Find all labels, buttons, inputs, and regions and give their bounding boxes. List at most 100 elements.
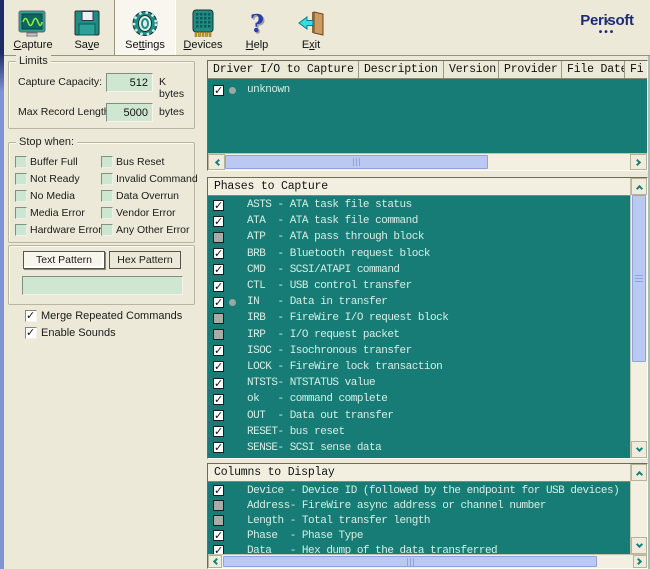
- stop-when-option[interactable]: Hardware Error: [15, 221, 102, 238]
- stop-when-option[interactable]: Media Error: [15, 204, 101, 221]
- enable-sounds-checkbox[interactable]: [25, 326, 37, 339]
- column-row[interactable]: Data - Hex dump of the data transferred: [208, 543, 630, 554]
- checkbox[interactable]: [213, 515, 224, 526]
- checkbox[interactable]: [213, 312, 224, 324]
- max-record-length-input[interactable]: [106, 103, 153, 122]
- checkbox[interactable]: [213, 280, 224, 293]
- checkbox[interactable]: [101, 172, 113, 185]
- stop-when-option[interactable]: Any Other Error: [101, 221, 198, 238]
- stop-when-option[interactable]: Data Overrun: [101, 187, 198, 204]
- driver-column-header[interactable]: Driver I/O to Capture: [208, 61, 359, 78]
- stop-when-option[interactable]: Buffer Full: [15, 153, 101, 170]
- toolbar-button-settings[interactable]: Settings: [114, 0, 176, 55]
- checkbox[interactable]: [213, 425, 224, 438]
- checkbox[interactable]: [15, 155, 27, 168]
- checkbox[interactable]: [15, 172, 27, 185]
- stop-when-option[interactable]: No Media: [15, 187, 101, 204]
- checkbox[interactable]: [213, 344, 224, 357]
- merge-repeated-commands-option[interactable]: Merge Repeated Commands: [25, 309, 182, 322]
- phase-row[interactable]: RESET- bus reset: [208, 424, 630, 440]
- columns-vertical-scrollbar[interactable]: [630, 464, 647, 554]
- enable-sounds-option[interactable]: Enable Sounds: [25, 326, 116, 339]
- column-row[interactable]: Length - Total transfer length: [208, 513, 630, 528]
- phase-row[interactable]: CMD - SCSI/ATAPI command: [208, 262, 630, 278]
- phase-row[interactable]: ATA - ATA task file command: [208, 213, 630, 229]
- scroll-right-button[interactable]: [630, 154, 647, 170]
- scroll-left-button[interactable]: [208, 555, 222, 568]
- checkbox[interactable]: [213, 215, 224, 228]
- phase-row[interactable]: NTSTS- NTSTATUS value: [208, 375, 630, 391]
- phase-row[interactable]: ATP - ATA pass through block: [208, 229, 630, 245]
- stop-when-option[interactable]: Invalid Command: [101, 170, 198, 187]
- tab-hex-pattern[interactable]: Hex Pattern: [109, 251, 181, 269]
- merge-repeated-commands-checkbox[interactable]: [25, 309, 37, 322]
- scrollbar-thumb[interactable]: [225, 155, 489, 169]
- phase-row[interactable]: LOCK - FireWire lock transaction: [208, 359, 630, 375]
- phase-row[interactable]: BRB - Bluetooth request block: [208, 246, 630, 262]
- column-row[interactable]: Device - Device ID (followed by the endp…: [208, 483, 630, 498]
- phase-row[interactable]: ASTS - ATA task file status: [208, 197, 630, 213]
- checkbox[interactable]: [15, 189, 27, 202]
- scroll-up-button[interactable]: [631, 178, 647, 195]
- phase-row[interactable]: ISOC - Isochronous transfer: [208, 343, 630, 359]
- checkbox[interactable]: [213, 329, 224, 341]
- checkbox[interactable]: [213, 360, 224, 373]
- toolbar-button-devices[interactable]: Devices: [176, 0, 230, 55]
- driver-column-header[interactable]: Provider: [499, 61, 562, 78]
- driver-column-header[interactable]: Version: [444, 61, 499, 78]
- driver-column-header[interactable]: Fi: [625, 61, 650, 78]
- stop-when-option[interactable]: Vendor Error: [101, 204, 198, 221]
- column-row[interactable]: Address- FireWire async address or chann…: [208, 498, 630, 513]
- checkbox[interactable]: [101, 206, 113, 219]
- phase-row[interactable]: CTL - USB control transfer: [208, 278, 630, 294]
- scrollbar-track[interactable]: [225, 154, 630, 170]
- phase-row[interactable]: SENSE- SCSI sense data: [208, 440, 630, 456]
- checkbox[interactable]: [213, 247, 224, 260]
- checkbox[interactable]: [213, 231, 224, 243]
- checkbox[interactable]: [213, 377, 224, 390]
- capture-capacity-input[interactable]: [106, 73, 153, 92]
- checkbox[interactable]: [15, 206, 27, 219]
- checkbox[interactable]: [213, 263, 224, 276]
- scrollbar-thumb[interactable]: [223, 556, 597, 567]
- checkbox[interactable]: [101, 155, 113, 168]
- checkbox[interactable]: [213, 544, 224, 554]
- checkbox[interactable]: [213, 199, 224, 212]
- driver-row[interactable]: unknown: [208, 82, 647, 98]
- checkbox[interactable]: [213, 296, 224, 309]
- stop-when-option[interactable]: Bus Reset: [101, 153, 198, 170]
- phase-row[interactable]: SPT - SCSI pass through block: [208, 456, 630, 458]
- driver-column-header[interactable]: File Date: [562, 61, 625, 78]
- columns-horizontal-scrollbar[interactable]: [208, 554, 647, 568]
- toolbar-button-exit[interactable]: Exit: [284, 0, 338, 55]
- scroll-up-button[interactable]: [631, 464, 647, 481]
- scrollbar-track[interactable]: [631, 481, 647, 537]
- checkbox[interactable]: [101, 223, 113, 236]
- checkbox[interactable]: [213, 409, 224, 422]
- checkbox[interactable]: [213, 500, 224, 511]
- checkbox[interactable]: [213, 441, 224, 454]
- phases-vertical-scrollbar[interactable]: [630, 178, 647, 458]
- checkbox[interactable]: [15, 223, 27, 236]
- checkbox[interactable]: [213, 84, 224, 97]
- toolbar-button-capture[interactable]: Capture: [6, 0, 60, 55]
- toolbar-button-help[interactable]: ? Help: [230, 0, 284, 55]
- tab-text-pattern[interactable]: Text Pattern: [23, 251, 105, 269]
- phase-row[interactable]: IRP - I/O request packet: [208, 327, 630, 343]
- phase-row[interactable]: ok - command complete: [208, 391, 630, 407]
- scrollbar-thumb[interactable]: [632, 195, 646, 363]
- checkbox[interactable]: [213, 393, 224, 406]
- column-row[interactable]: Phase - Phase Type: [208, 528, 630, 543]
- stop-when-option[interactable]: Not Ready: [15, 170, 101, 187]
- pattern-input[interactable]: [22, 276, 183, 295]
- phase-row[interactable]: OUT - Data out transfer: [208, 407, 630, 423]
- driver-column-header[interactable]: Description: [359, 61, 444, 78]
- checkbox[interactable]: [213, 529, 224, 542]
- phase-row[interactable]: IN - Data in transfer: [208, 294, 630, 310]
- scroll-down-button[interactable]: [631, 537, 647, 554]
- scrollbar-track[interactable]: [631, 195, 647, 441]
- checkbox[interactable]: [101, 189, 113, 202]
- toolbar-button-save[interactable]: Save: [60, 0, 114, 55]
- scrollbar-track[interactable]: [222, 555, 633, 568]
- driver-horizontal-scrollbar[interactable]: [208, 153, 647, 170]
